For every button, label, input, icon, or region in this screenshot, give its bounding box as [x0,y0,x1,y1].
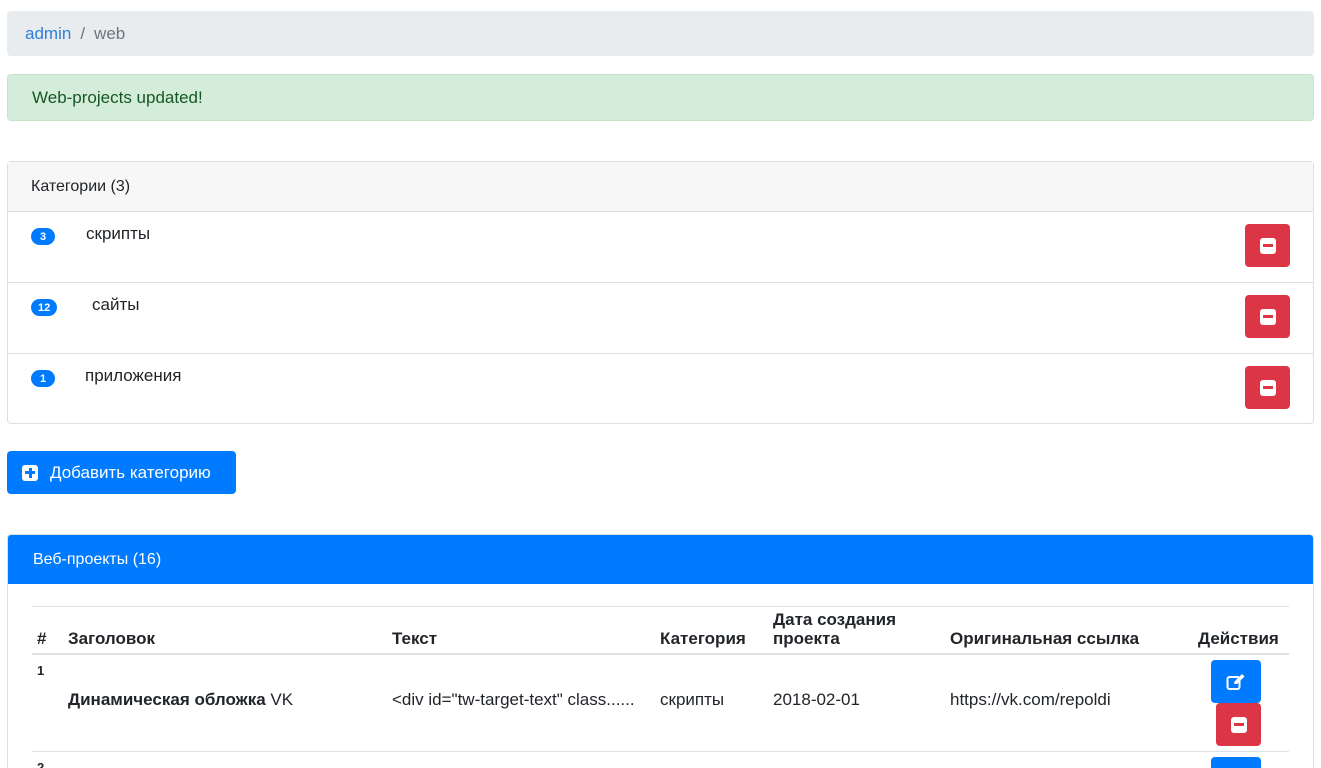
minus-square-icon [1259,237,1276,254]
column-header-text: Текст [392,629,438,648]
minus-square-icon [1259,379,1276,396]
success-alert: Web-projects updated! [7,74,1314,121]
project-text: <div id="tw-target-text" class...... [392,690,635,709]
category-count-badge: 1 [31,370,55,387]
project-title: Динамическая обложка VK [68,690,293,710]
plus-square-icon [22,464,38,481]
edit-icon [1226,673,1245,690]
breadcrumb-separator: / [80,23,86,43]
project-date: 2018-02-01 [773,690,860,709]
delete-project-button[interactable] [1216,703,1261,746]
delete-category-button[interactable] [1245,295,1290,338]
minus-square-icon [1230,716,1247,733]
table-header: # Заголовок Текст Категория Дата создани… [32,607,1289,655]
table-row: 1 Динамическая обложка VK <div id="tw-ta… [32,655,1289,752]
add-category-button[interactable]: Добавить категорию [7,451,236,494]
category-name: приложения [85,366,182,385]
project-title-bold: Динамическая обложка [68,690,266,709]
minus-square-icon [1259,308,1276,325]
table-row: 2 [32,752,1289,768]
project-title-rest: VK [265,690,294,709]
project-link[interactable]: https://vk.com/repoldi [950,690,1111,710]
edit-project-button[interactable] [1211,660,1261,703]
category-name: скрипты [86,224,151,243]
column-header-link: Оригинальная ссылка [950,629,1140,648]
column-header-category: Категория [660,629,746,648]
breadcrumb-admin-link[interactable]: admin [25,24,71,44]
column-header-date: Дата создания проекта [773,610,897,648]
categories-title: Категории (3) [31,177,131,195]
delete-category-button[interactable] [1245,366,1290,409]
row-number: 1 [37,663,45,678]
category-row: 1 приложения [8,354,1313,425]
project-category: скрипты [660,690,725,709]
column-header-actions: Действия [1198,629,1279,648]
column-header-num: # [37,629,47,648]
category-row: 3 скрипты [8,212,1313,283]
web-projects-title: Веб-проекты (16) [33,550,162,568]
web-projects-card: Веб-проекты (16) # Заголовок Текст Катег… [7,534,1314,768]
projects-table: # Заголовок Текст Категория Дата создани… [32,606,1289,768]
column-header-title: Заголовок [68,629,156,648]
edit-project-button[interactable] [1211,757,1261,768]
breadcrumb-current: web [94,23,126,43]
delete-category-button[interactable] [1245,224,1290,267]
category-count-badge: 3 [31,228,55,245]
web-projects-header: Веб-проекты (16) [8,535,1313,584]
categories-card: Категории (3) 3 скрипты 12 сайты 1 прило… [7,161,1314,424]
row-number: 2 [37,760,45,768]
categories-header: Категории (3) [8,162,1313,212]
add-category-label: Добавить категорию [50,462,211,482]
category-row: 12 сайты [8,283,1313,354]
alert-message: Web-projects updated! [32,87,203,107]
category-count-badge: 12 [31,299,58,316]
category-name: сайты [92,295,140,314]
breadcrumb: admin / web [7,11,1314,56]
